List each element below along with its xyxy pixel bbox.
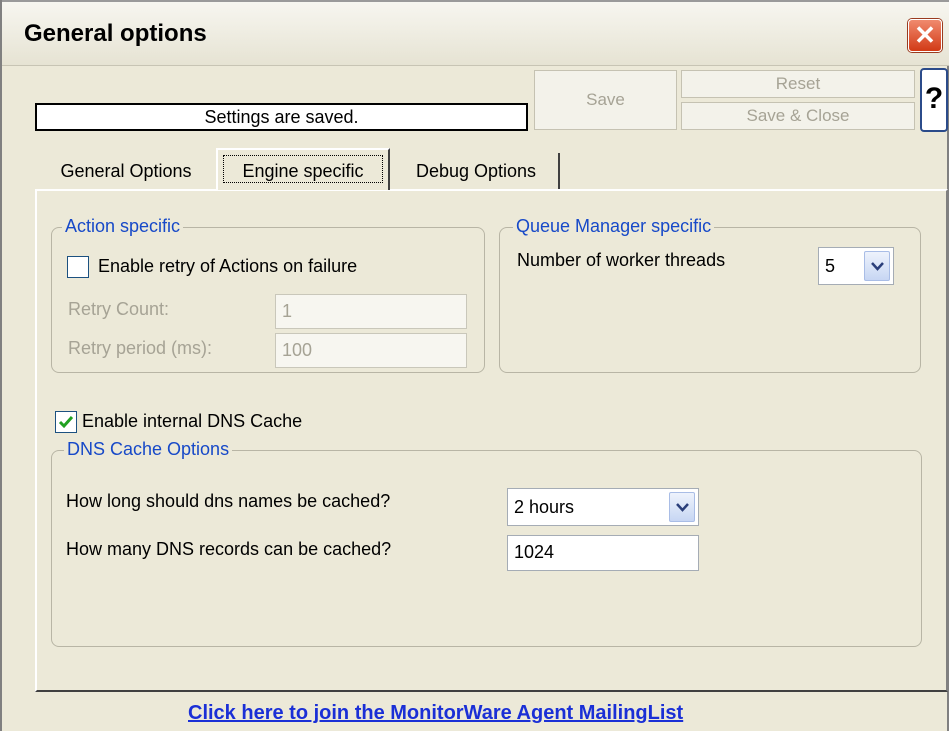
action-specific-legend: Action specific bbox=[62, 216, 184, 237]
dns-records-label: How many DNS records can be cached? bbox=[66, 539, 392, 559]
reset-button[interactable]: Reset bbox=[681, 70, 915, 98]
retry-actions-label: Enable retry of Actions on failure bbox=[98, 256, 358, 276]
enable-dns-cache-checkbox[interactable] bbox=[55, 411, 77, 433]
retry-actions-checkbox[interactable] bbox=[67, 256, 89, 278]
dns-cache-options-legend: DNS Cache Options bbox=[64, 439, 233, 460]
dns-records-field[interactable]: 1024 bbox=[507, 535, 699, 571]
save-close-button[interactable]: Save & Close bbox=[681, 102, 915, 130]
checkmark-icon bbox=[58, 416, 74, 429]
enable-dns-cache-label: Enable internal DNS Cache bbox=[82, 411, 303, 431]
tab-engine-specific[interactable]: Engine specific bbox=[216, 148, 390, 190]
general-options-window: General options ✕ Settings are saved. Sa… bbox=[0, 0, 949, 731]
status-message: Settings are saved. bbox=[35, 103, 528, 131]
help-icon: ? bbox=[924, 82, 944, 115]
dns-cache-duration-label: How long should dns names be cached? bbox=[66, 491, 391, 511]
save-button[interactable]: Save bbox=[534, 70, 677, 130]
tab-debug-options[interactable]: Debug Options bbox=[394, 153, 560, 189]
worker-threads-value: 5 bbox=[825, 256, 836, 276]
retry-count-label: Retry Count: bbox=[68, 299, 170, 319]
retry-period-label: Retry period (ms): bbox=[68, 338, 213, 358]
chevron-down-icon bbox=[676, 503, 689, 512]
tab-general-options[interactable]: General Options bbox=[38, 153, 214, 189]
help-button[interactable]: ? bbox=[920, 68, 948, 132]
queue-manager-legend: Queue Manager specific bbox=[513, 216, 715, 237]
window-title: General options bbox=[24, 20, 207, 47]
retry-period-field[interactable]: 100 bbox=[275, 333, 467, 368]
close-button[interactable]: ✕ bbox=[908, 19, 942, 52]
worker-threads-dropdown-button[interactable] bbox=[864, 251, 890, 281]
retry-count-field[interactable]: 1 bbox=[275, 294, 467, 329]
mailing-list-link[interactable]: Click here to join the MonitorWare Agent… bbox=[188, 702, 683, 725]
chevron-down-icon bbox=[871, 262, 884, 271]
dns-cache-duration-value: 2 hours bbox=[514, 497, 575, 517]
worker-threads-label: Number of worker threads bbox=[517, 250, 726, 270]
title-bar: General options ✕ bbox=[2, 0, 949, 66]
dns-cache-duration-dropdown-button[interactable] bbox=[669, 492, 695, 522]
close-icon: ✕ bbox=[914, 20, 936, 50]
